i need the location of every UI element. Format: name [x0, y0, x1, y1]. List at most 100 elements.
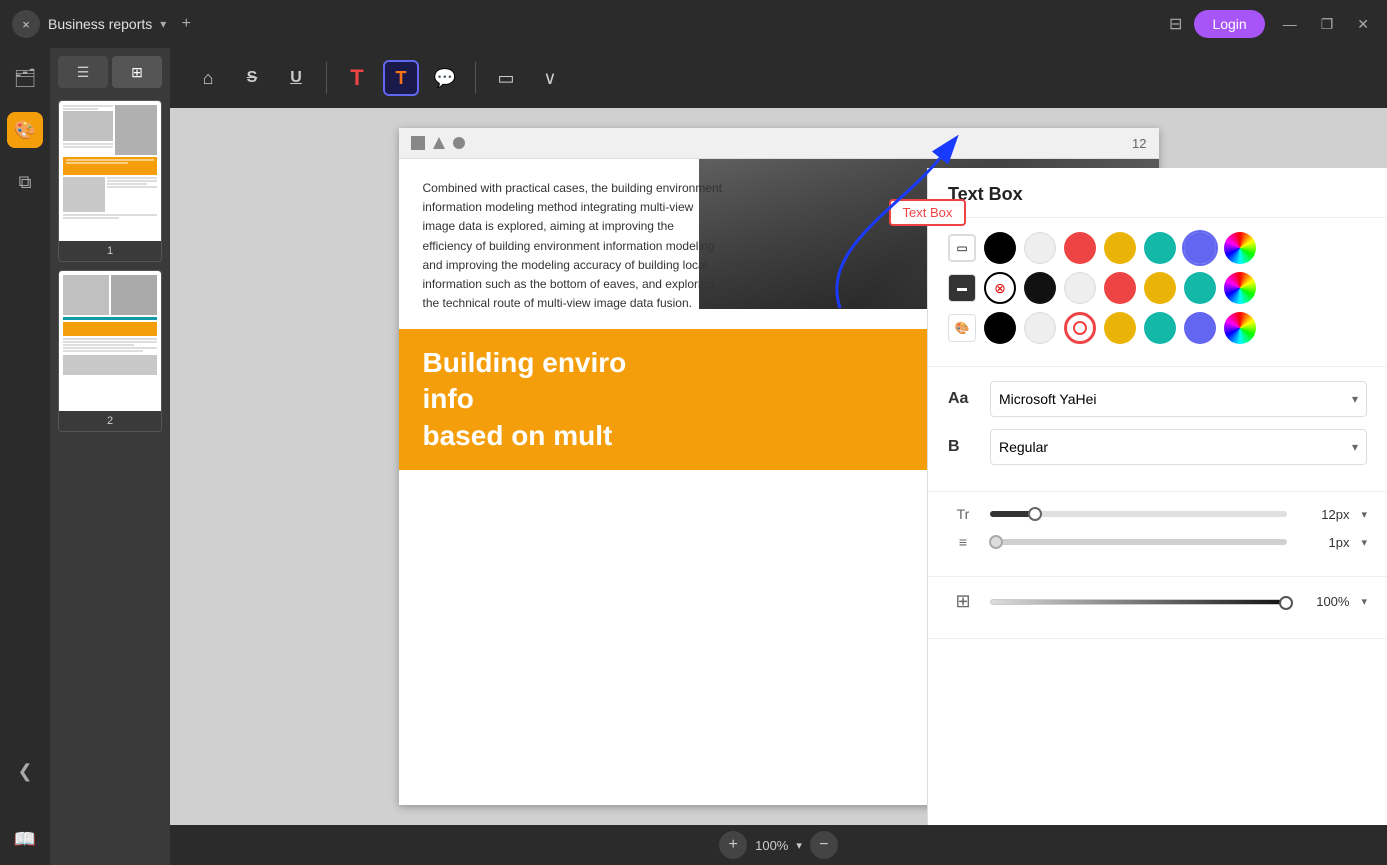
swatch-indigo-3[interactable]	[1184, 312, 1216, 344]
font-size-dropdown[interactable]: ▾	[1361, 508, 1367, 521]
sidebar-book-icon[interactable]: 📖	[7, 821, 43, 857]
underline-button[interactable]: U	[278, 60, 314, 96]
border-color-section: ▭ ▬	[928, 218, 1387, 367]
swatch-white-2[interactable]	[1064, 272, 1096, 304]
minimize-button[interactable]: —	[1277, 12, 1303, 36]
shapes-dropdown-button[interactable]: ∨	[532, 60, 568, 96]
close-window-button[interactable]: ✕	[1351, 12, 1375, 37]
text-box-tooltip: Text Box	[889, 199, 967, 226]
doc-header-bar: 12	[399, 128, 1159, 158]
text-box-panel: Text Box ▭	[927, 168, 1387, 825]
main-layout: 🗂 🎨 ⧉ ❮ 📖 ☰ ⊞	[0, 48, 1387, 865]
swatch-teal-1[interactable]	[1144, 232, 1176, 264]
view-toggle-buttons: ☰ ⊞	[58, 56, 162, 88]
font-size-section: Tr 12px ▾ ≡	[928, 492, 1387, 577]
sidebar-paint-icon[interactable]: 🎨	[7, 112, 43, 148]
text-color-button[interactable]: T	[339, 60, 375, 96]
opacity-thumb[interactable]	[1279, 596, 1293, 610]
line-height-icon: ≡	[948, 534, 978, 550]
swatch-black-3[interactable]	[984, 312, 1016, 344]
zoom-dropdown-icon[interactable]: ▾	[796, 839, 802, 852]
font-size-slider[interactable]	[990, 511, 1287, 517]
swatch-row-1: ▭	[948, 232, 1367, 264]
toolbar-separator-1	[326, 62, 327, 94]
list-view-button[interactable]: ☰	[58, 56, 108, 88]
circle-shape	[453, 137, 465, 149]
strikethrough-button[interactable]: S	[234, 60, 270, 96]
font-dropdown-icon: ▾	[1352, 392, 1358, 406]
swatch-yellow-3[interactable]	[1104, 312, 1136, 344]
home-button[interactable]: ⌂	[190, 60, 226, 96]
zoom-in-button[interactable]: +	[719, 831, 747, 859]
swatch-yellow-2[interactable]	[1144, 272, 1176, 304]
font-size-icon: Tr	[948, 506, 978, 522]
border-style-icon[interactable]: ▭	[948, 234, 976, 262]
opacity-row: ⊞ 100% ▾	[948, 591, 1367, 612]
font-size-value: 12px	[1299, 507, 1349, 522]
line-height-slider[interactable]	[990, 539, 1287, 545]
text-T-icon: T	[350, 65, 363, 91]
slider-thumb[interactable]	[1028, 507, 1042, 521]
opacity-dropdown[interactable]: ▾	[1361, 595, 1367, 608]
comment-button[interactable]: 💬	[427, 60, 463, 96]
left-sidebar: 🗂 🎨 ⧉ ❮ 📖	[0, 48, 50, 865]
strikethrough-icon: S	[247, 69, 258, 87]
sidebar-collapse-icon[interactable]: ❮	[7, 753, 43, 789]
thumbnail-2-preview	[59, 271, 161, 411]
home-icon: ⌂	[203, 68, 214, 89]
filled-border-icon[interactable]: ▬	[948, 274, 976, 302]
line-slider-thumb[interactable]	[989, 535, 1003, 549]
swatch-multi-2[interactable]	[1224, 272, 1256, 304]
swatch-white-3[interactable]	[1024, 312, 1056, 344]
rectangle-button[interactable]: ▭	[488, 60, 524, 96]
thumbnail-page-1[interactable]: 1	[58, 100, 162, 262]
line-height-dropdown[interactable]: ▾	[1361, 536, 1367, 549]
font-size-row: Tr 12px ▾	[948, 506, 1367, 522]
line-height-row: ≡ 1px ▾	[948, 534, 1367, 550]
page-number: 12	[1132, 136, 1146, 151]
panel-title: Text Box	[928, 168, 1387, 218]
opacity-slider[interactable]	[990, 599, 1287, 605]
thumbnails-panel: ☰ ⊞	[50, 48, 170, 865]
zoom-level: 100%	[755, 838, 788, 853]
tab-close-button[interactable]: ×	[12, 10, 40, 38]
content-wrapper: ⌂ S U T T 💬 ▭ ∨	[170, 48, 1387, 865]
swatch-teal-2[interactable]	[1184, 272, 1216, 304]
login-button[interactable]: Login	[1194, 10, 1264, 38]
comment-icon: 💬	[434, 68, 456, 89]
thumbnail-1-label: 1	[59, 241, 161, 261]
font-weight-select[interactable]: Regular ▾	[990, 429, 1367, 465]
sidebar-folder-icon[interactable]: 🗂	[7, 60, 43, 96]
swatch-red-2[interactable]	[1104, 272, 1136, 304]
add-tab-button[interactable]: +	[174, 12, 198, 36]
swatch-black-2[interactable]	[1024, 272, 1056, 304]
text-box-button[interactable]: T	[383, 60, 419, 96]
weight-dropdown-icon: ▾	[1352, 440, 1358, 454]
font-family-select[interactable]: Microsoft YaHei ▾	[990, 381, 1367, 417]
swatch-multi-1[interactable]	[1224, 232, 1256, 264]
font-label: Aa	[948, 390, 978, 408]
swatch-multi-3[interactable]	[1224, 312, 1256, 344]
tab-dropdown-icon[interactable]: ▾	[160, 17, 166, 31]
grid-view-button[interactable]: ⊞	[112, 56, 162, 88]
thumbnail-page-2[interactable]: 2	[58, 270, 162, 432]
swatch-red-1[interactable]	[1064, 232, 1096, 264]
tab-title: Business reports	[48, 16, 152, 32]
swatch-red-3-selected[interactable]	[1064, 312, 1096, 344]
swatch-white-1[interactable]	[1024, 232, 1056, 264]
text-box-tooltip-label: Text Box	[903, 205, 953, 220]
line-height-value: 1px	[1299, 535, 1349, 550]
sidebar-layers-icon[interactable]: ⧉	[7, 164, 43, 200]
triangle-shape	[433, 137, 445, 149]
swatch-yellow-1[interactable]	[1104, 232, 1136, 264]
swatch-outline-x[interactable]: ⊗	[984, 272, 1016, 304]
text-box-icon: T	[396, 68, 407, 89]
swatch-indigo-1[interactable]	[1184, 232, 1216, 264]
paint-icon[interactable]: 🎨	[948, 314, 976, 342]
zoom-out-button[interactable]: −	[810, 831, 838, 859]
titlebar-right: ⊟ Login — ❐ ✕	[1169, 10, 1375, 38]
swatch-black-1[interactable]	[984, 232, 1016, 264]
layout-toggle-icon[interactable]: ⊟	[1169, 14, 1182, 34]
swatch-teal-3[interactable]	[1144, 312, 1176, 344]
maximize-button[interactable]: ❐	[1315, 12, 1340, 37]
